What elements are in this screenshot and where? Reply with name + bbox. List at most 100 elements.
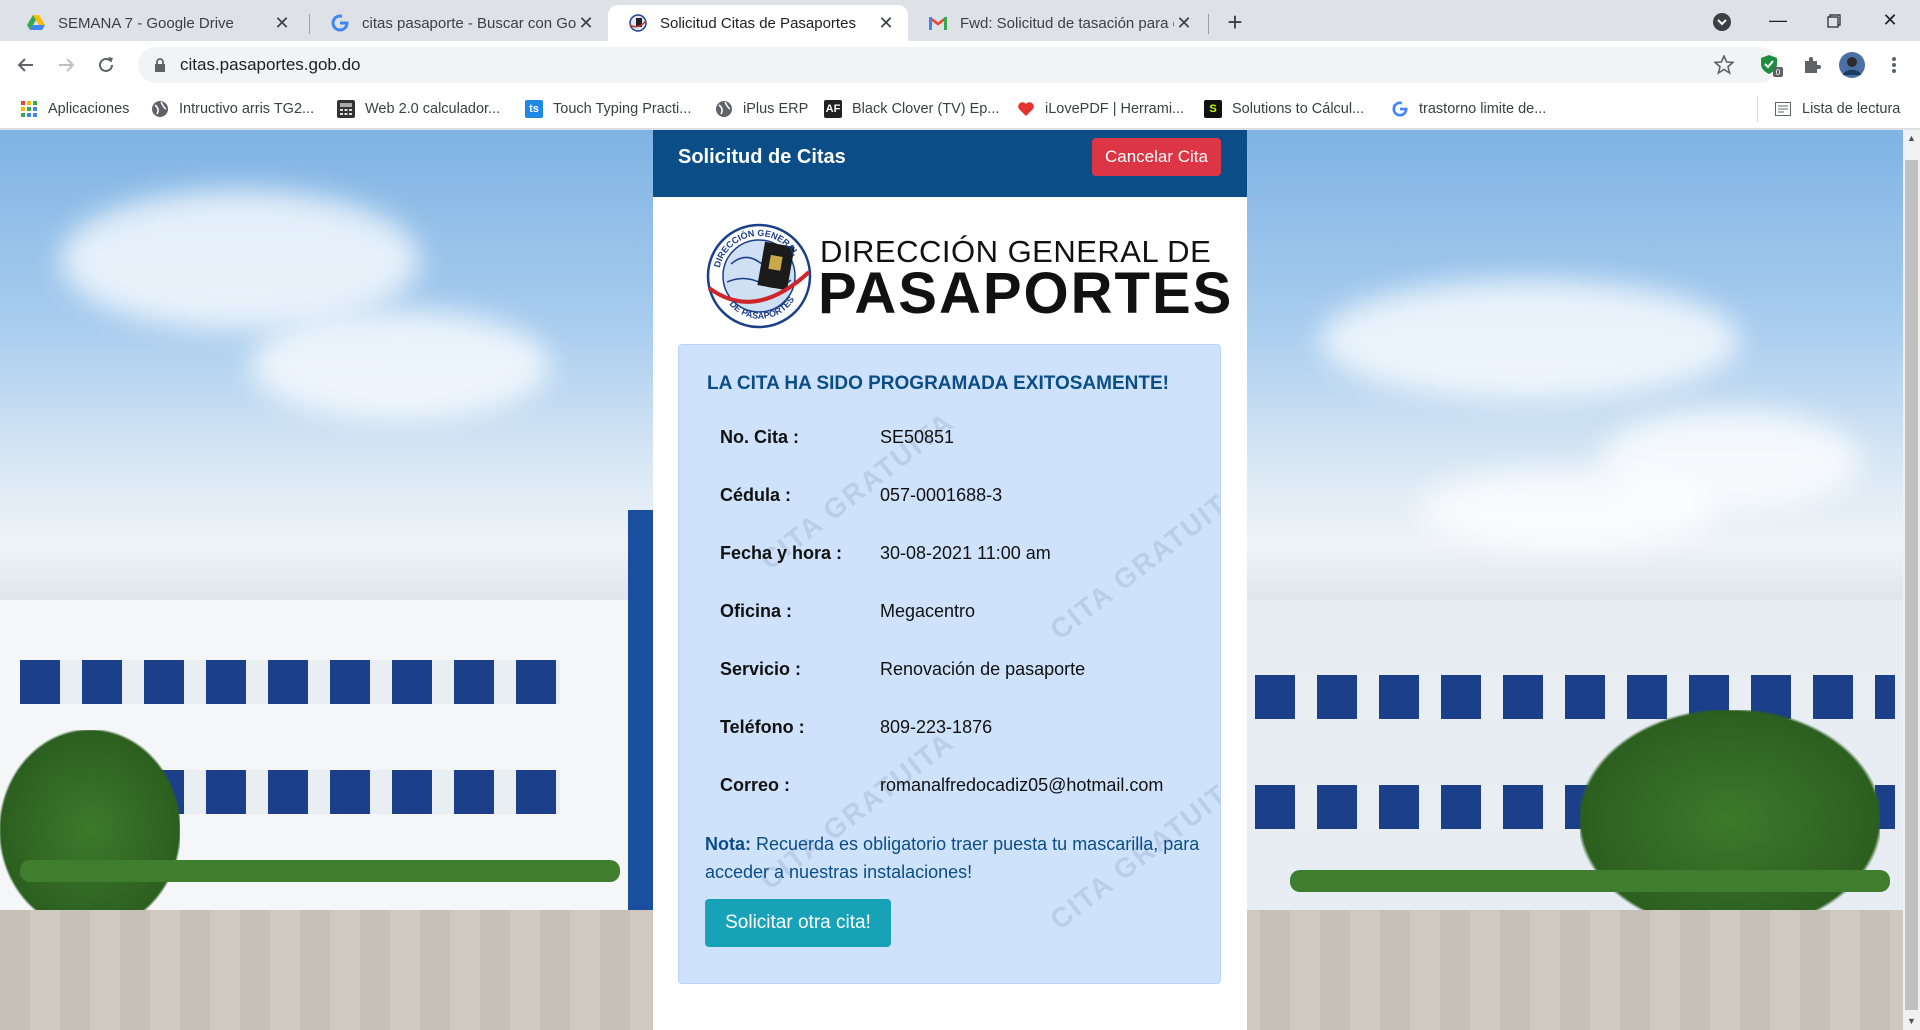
appointment-card: Solicitud de Citas Cancelar Cita DIRECCI… <box>653 130 1247 1030</box>
address-bar[interactable]: citas.pasaportes.gob.do <box>138 47 1778 83</box>
reading-list-label: Lista de lectura <box>1802 101 1901 117</box>
card-title: Solicitud de Citas <box>678 146 846 168</box>
tab-title: Fwd: Solicitud de tasación para e <box>960 14 1174 32</box>
detail-label: Fecha y hora : <box>720 543 843 563</box>
reload-icon <box>99 57 113 72</box>
tab-divider <box>1208 14 1209 34</box>
maximize-button[interactable] <box>1806 0 1862 41</box>
card-header: Solicitud de Citas Cancelar Cita <box>653 130 1247 197</box>
bookmark-black-clover[interactable]: AF Black Clover (TV) Ep... <box>824 98 999 120</box>
tab-solicitud-citas[interactable]: Solicitud Citas de Pasaportes ✕ <box>608 5 908 41</box>
detail-row-servicio: Servicio : Renovación de pasaporte <box>720 659 1200 687</box>
tab-search-icon[interactable] <box>1710 10 1734 34</box>
tab-gmail[interactable]: Fwd: Solicitud de tasación para e ✕ <box>908 5 1206 41</box>
af-icon: AF <box>824 100 842 118</box>
reading-list-button[interactable]: Lista de lectura <box>1774 98 1900 120</box>
bookmark-intructivo[interactable]: Intructivo arris TG2... <box>151 98 314 120</box>
detail-value: romanalfredocadiz05@hotmail.com <box>880 775 1164 795</box>
google-drive-icon <box>26 13 46 33</box>
reload-button[interactable] <box>90 49 122 81</box>
bookmark-ilovepdf[interactable]: iLovePDF | Herrami... <box>1017 98 1184 120</box>
profile-avatar[interactable] <box>1838 51 1866 79</box>
background-hedge <box>1290 870 1890 892</box>
bookmark-solutions[interactable]: S Solutions to Cálcul... <box>1204 98 1364 120</box>
close-window-button[interactable]: ✕ <box>1862 0 1918 41</box>
globe-icon <box>151 100 169 118</box>
note-label: Nota: <box>705 834 751 854</box>
bookmark-star-icon[interactable] <box>1710 51 1738 79</box>
s-icon: S <box>1204 100 1222 118</box>
logo-line-2: PASAPORTES <box>818 261 1234 326</box>
request-another-appointment-button[interactable]: Solicitar otra cita! <box>705 899 891 947</box>
background-cloud <box>60 190 420 330</box>
bookmark-label: Aplicaciones <box>48 101 130 117</box>
lock-icon <box>155 58 165 72</box>
svg-text:0: 0 <box>1776 68 1781 77</box>
background-tree <box>1580 710 1880 930</box>
tab-google-search[interactable]: citas pasaporte - Buscar con Goo ✕ <box>310 5 608 41</box>
gmail-icon <box>928 13 948 33</box>
bookmark-label: Web 2.0 calculador... <box>365 101 501 117</box>
bookmark-touch-typing[interactable]: ts Touch Typing Practi... <box>525 98 691 120</box>
heart-icon <box>1017 100 1035 118</box>
shield-extension-icon[interactable]: 0 <box>1757 51 1785 79</box>
bookmark-label: iLovePDF | Herrami... <box>1045 101 1185 117</box>
scrollbar-thumb[interactable] <box>1905 160 1918 1010</box>
detail-value: Megacentro <box>880 601 976 621</box>
bookmark-apps[interactable]: Aplicaciones <box>20 98 129 120</box>
appointment-details-box: CITA GRATUITA CITA GRATUITA CITA GRATUIT… <box>678 344 1221 984</box>
detail-row-oficina: Oficina : Megacentro <box>720 601 1200 629</box>
minimize-button[interactable]: — <box>1750 0 1806 41</box>
close-icon[interactable]: ✕ <box>576 13 596 34</box>
bookmark-calculator[interactable]: Web 2.0 calculador... <box>337 98 500 120</box>
calculator-icon <box>337 100 355 118</box>
background-windows <box>20 660 560 704</box>
google-icon <box>1391 100 1409 118</box>
background-column <box>628 510 653 930</box>
restore-icon <box>1827 13 1841 28</box>
bookmark-label: Touch Typing Practi... <box>553 101 692 117</box>
page-scrollbar[interactable]: ▲ ▼ <box>1903 130 1920 1030</box>
close-icon[interactable]: ✕ <box>272 13 292 34</box>
bookmark-label: iPlus ERP <box>743 101 809 117</box>
bookmark-iplus[interactable]: iPlus ERP <box>715 98 808 120</box>
google-icon <box>330 13 350 33</box>
bookmark-label: Black Clover (TV) Ep... <box>852 101 1000 117</box>
browser-toolbar: citas.pasaportes.gob.do 0 <box>0 41 1920 89</box>
tab-title: SEMANA 7 - Google Drive <box>58 14 234 32</box>
background-cloud <box>1320 280 1740 400</box>
detail-row-fecha-hora: Fecha y hora : 30-08-2021 11:00 am <box>720 543 1200 571</box>
arrow-right-icon <box>59 58 75 72</box>
background-hedge <box>20 860 620 882</box>
mask-note: Nota: Recuerda es obligatorio traer pues… <box>705 830 1210 886</box>
passport-site-icon <box>628 13 648 33</box>
apps-grid-icon <box>20 100 38 118</box>
success-message: LA CITA HA SIDO PROGRAMADA EXITOSAMENTE! <box>707 373 1169 394</box>
background-cloud <box>1420 470 1720 550</box>
chrome-menu-icon[interactable] <box>1880 51 1908 79</box>
detail-row-telefono: Teléfono : 809-223-1876 <box>720 717 1200 745</box>
close-icon[interactable]: ✕ <box>1174 13 1194 34</box>
detail-label: No. Cita : <box>720 427 799 447</box>
forward-button[interactable] <box>50 49 82 81</box>
detail-row-correo: Correo : romanalfredocadiz05@hotmail.com <box>720 775 1200 803</box>
tab-google-drive[interactable]: SEMANA 7 - Google Drive ✕ <box>6 5 304 41</box>
extensions-puzzle-icon[interactable] <box>1798 51 1826 79</box>
bookmark-label: Solutions to Cálcul... <box>1232 101 1365 117</box>
detail-value: 057-0001688-3 <box>880 485 1003 505</box>
cancel-appointment-button[interactable]: Cancelar Cita <box>1092 138 1221 176</box>
note-text: Recuerda es obligatorio traer puesta tu … <box>705 834 1200 882</box>
bookmark-trastorno[interactable]: trastorno limite de... <box>1391 98 1546 120</box>
detail-label: Servicio : <box>720 659 802 679</box>
tab-title: citas pasaporte - Buscar con Goo <box>362 14 576 32</box>
new-tab-button[interactable]: + <box>1220 8 1250 38</box>
scroll-down-icon[interactable]: ▼ <box>1903 1013 1920 1030</box>
close-icon[interactable]: ✕ <box>876 13 896 34</box>
back-button[interactable] <box>10 49 42 81</box>
background-cloud <box>250 310 550 420</box>
detail-label: Cédula : <box>720 485 792 505</box>
url-text: citas.pasaportes.gob.do <box>180 55 361 74</box>
arrow-left-icon <box>17 58 33 72</box>
detail-value: 809-223-1876 <box>880 717 993 737</box>
scroll-up-icon[interactable]: ▲ <box>1903 130 1920 147</box>
